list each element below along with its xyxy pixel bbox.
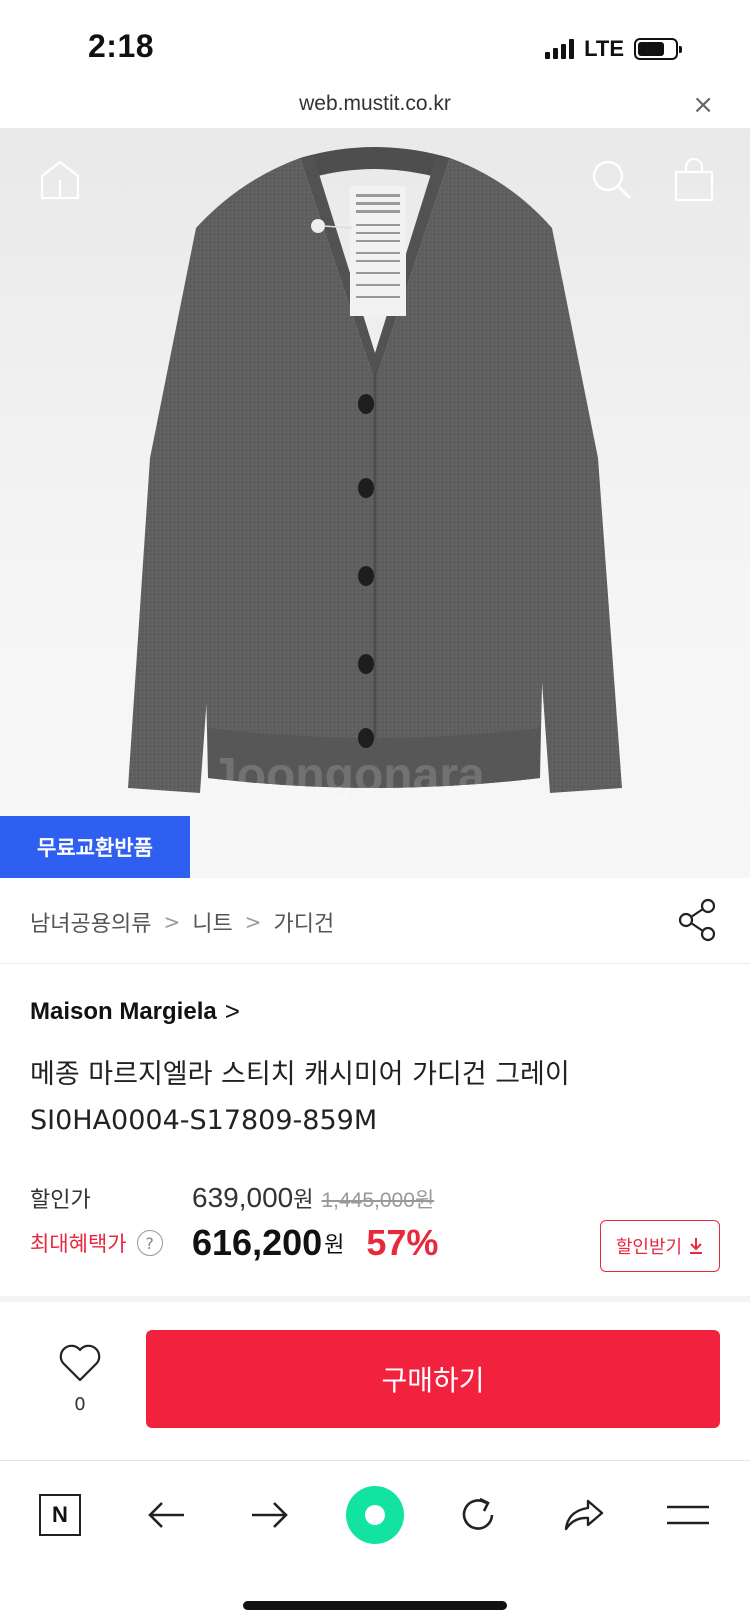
home-icon[interactable] xyxy=(38,158,82,206)
sale-price: 639,000 xyxy=(192,1182,294,1213)
battery-icon xyxy=(634,38,682,60)
sale-price-currency: 원 xyxy=(293,1188,314,1213)
get-discount-label: 할인받기 xyxy=(615,1237,683,1258)
brand-link[interactable]: Maison Margiela > xyxy=(30,996,240,1027)
heart-icon[interactable] xyxy=(57,1342,103,1384)
product-name: 메종 마르지엘라 스티치 캐시미어 가디건 그레이 SI0HA0004-S178… xyxy=(30,1052,720,1144)
share-icon[interactable] xyxy=(678,898,718,946)
naver-letter: N xyxy=(39,1494,81,1536)
benefit-price-currency: 원 xyxy=(324,1233,345,1258)
share-arrow-icon[interactable] xyxy=(556,1487,612,1543)
shopping-bag-icon[interactable] xyxy=(672,157,716,206)
free-exchange-badge: 무료교환반품 xyxy=(0,816,190,878)
discount-rate: 57% xyxy=(366,1222,439,1263)
like-count: 0 xyxy=(74,1394,86,1415)
back-icon[interactable] xyxy=(138,1487,194,1543)
purchase-bar: 0 구매하기 xyxy=(0,1302,750,1460)
url-text[interactable]: web.mustit.co.kr xyxy=(0,92,750,116)
home-indicator[interactable] xyxy=(243,1601,507,1610)
search-icon[interactable] xyxy=(590,158,634,206)
status-indicators: LTE xyxy=(545,36,682,62)
original-price: 1,445,000원 xyxy=(321,1189,435,1212)
signal-icon xyxy=(545,39,575,59)
green-dot-button[interactable] xyxy=(342,1482,408,1548)
help-icon[interactable]: ? xyxy=(136,1230,163,1256)
like-button[interactable]: 0 xyxy=(50,1342,110,1415)
status-bar: 2:18 LTE xyxy=(0,0,750,90)
browser-toolbar: N xyxy=(0,1460,750,1570)
buy-button[interactable]: 구매하기 xyxy=(146,1330,720,1428)
product-image[interactable]: Joongonara 무료교환반품 xyxy=(0,128,750,878)
chevron-right-icon: > xyxy=(163,910,181,934)
benefit-label-text: 최대혜택가 xyxy=(30,1232,127,1256)
menu-icon[interactable] xyxy=(660,1487,716,1543)
close-icon[interactable]: × xyxy=(692,90,714,120)
download-arrow-icon xyxy=(690,1238,703,1254)
breadcrumb-item[interactable]: 남녀공용의류 xyxy=(30,906,151,938)
watermark: Joongonara xyxy=(210,749,485,802)
chevron-right-icon: > xyxy=(244,910,262,934)
chevron-right-icon: > xyxy=(224,996,240,1026)
benefit-price: 616,200 xyxy=(192,1222,323,1263)
product-model: SI0HA0004-S17809-859M xyxy=(30,1105,378,1136)
status-time: 2:18 xyxy=(88,28,155,64)
url-bar[interactable]: web.mustit.co.kr × xyxy=(0,90,750,128)
forward-icon[interactable] xyxy=(242,1487,298,1543)
breadcrumb-item[interactable]: 가디건 xyxy=(273,906,334,938)
reload-icon[interactable] xyxy=(450,1487,506,1543)
breadcrumb: 남녀공용의류 > 니트 > 가디건 xyxy=(30,906,334,938)
network-label: LTE xyxy=(584,36,624,61)
sale-price-label: 할인가 xyxy=(30,1188,91,1213)
breadcrumb-row: 남녀공용의류 > 니트 > 가디건 xyxy=(0,878,750,964)
naver-home-icon[interactable]: N xyxy=(32,1487,88,1543)
product-name-line: 메종 마르지엘라 스티치 캐시미어 가디건 그레이 xyxy=(30,1059,570,1090)
benefit-price-label: 최대혜택가 ? xyxy=(30,1228,192,1258)
brand-name[interactable]: Maison Margiela xyxy=(30,998,217,1026)
breadcrumb-item[interactable]: 니트 xyxy=(192,906,232,938)
sale-price-row: 할인가 639,000 원 1,445,000원 xyxy=(30,1182,720,1214)
get-discount-button[interactable]: 할인받기 xyxy=(600,1220,720,1272)
